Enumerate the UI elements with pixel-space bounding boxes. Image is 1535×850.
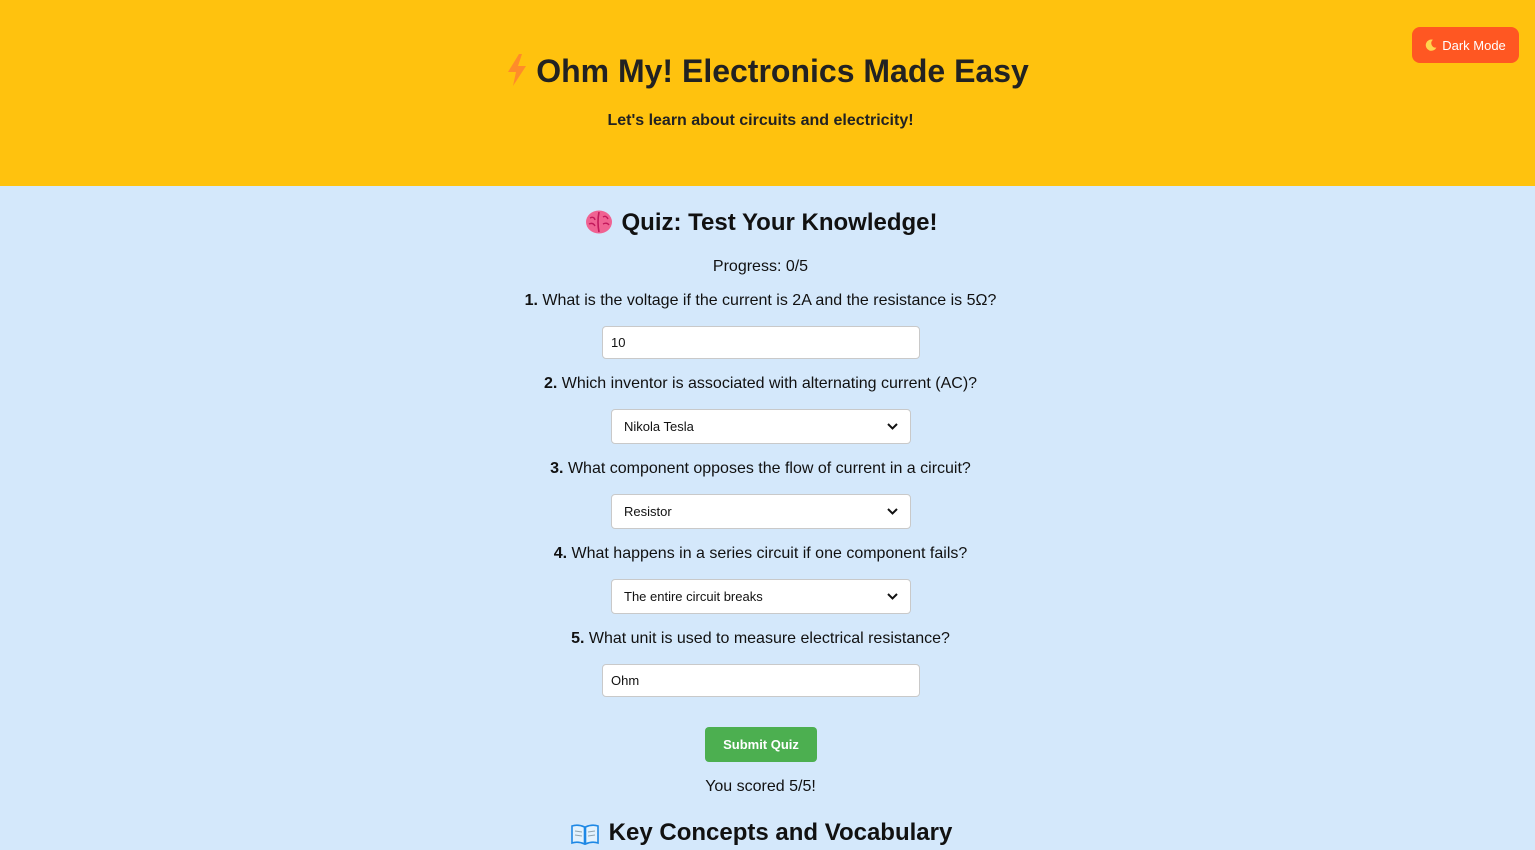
answer-4-selected: The entire circuit breaks bbox=[624, 589, 763, 604]
answer-5-input[interactable] bbox=[602, 664, 920, 697]
brain-icon bbox=[585, 209, 613, 235]
page-title: Ohm My! Electronics Made Easy bbox=[0, 51, 1535, 91]
dark-mode-button[interactable]: Dark Mode bbox=[1412, 27, 1519, 63]
page-header: Ohm My! Electronics Made Easy Let's lear… bbox=[0, 0, 1535, 186]
answer-1-input[interactable] bbox=[602, 326, 920, 359]
question-text: What component opposes the flow of curre… bbox=[567, 460, 971, 477]
chevron-down-icon bbox=[887, 508, 898, 515]
lightning-bolt-icon bbox=[506, 54, 528, 86]
quiz-title-text: Quiz: Test Your Knowledge! bbox=[621, 209, 938, 236]
question-number: 4. bbox=[553, 545, 568, 562]
question-4: 4. What happens in a series circuit if o… bbox=[0, 545, 1521, 563]
page-subtitle: Let's learn about circuits and electrici… bbox=[607, 112, 914, 129]
concepts-title-text: Key Concepts and Vocabulary bbox=[608, 819, 953, 846]
dark-mode-label: Dark Mode bbox=[1442, 37, 1506, 53]
question-number: 5. bbox=[571, 630, 585, 647]
open-book-icon bbox=[570, 823, 599, 845]
question-text: What unit is used to measure electrical … bbox=[588, 630, 950, 647]
question-3: 3. What component opposes the flow of cu… bbox=[0, 460, 1521, 478]
chevron-down-icon bbox=[887, 423, 898, 430]
answer-3-selected: Resistor bbox=[624, 504, 672, 519]
chevron-down-icon bbox=[887, 593, 898, 600]
question-number: 1. bbox=[524, 292, 538, 309]
question-2: 2. Which inventor is associated with alt… bbox=[0, 375, 1521, 393]
question-number: 2. bbox=[543, 375, 558, 392]
answer-3-select[interactable]: Resistor bbox=[611, 494, 911, 529]
page-title-text: Ohm My! Electronics Made Easy bbox=[536, 53, 1029, 89]
moon-icon bbox=[1425, 39, 1437, 51]
submit-quiz-button[interactable]: Submit Quiz bbox=[705, 727, 817, 762]
answer-2-selected: Nikola Tesla bbox=[624, 419, 694, 434]
question-1: 1. What is the voltage if the current is… bbox=[0, 292, 1521, 310]
answer-4-select[interactable]: The entire circuit breaks bbox=[611, 579, 911, 614]
answer-2-select[interactable]: Nikola Tesla bbox=[611, 409, 911, 444]
quiz-title: Quiz: Test Your Knowledge! bbox=[0, 208, 1523, 238]
question-5: 5. What unit is used to measure electric… bbox=[0, 630, 1521, 648]
question-text: What happens in a series circuit if one … bbox=[571, 545, 968, 562]
quiz-progress: Progress: 0/5 bbox=[712, 258, 809, 275]
question-number: 3. bbox=[550, 460, 564, 477]
question-text: Which inventor is associated with altern… bbox=[561, 375, 978, 392]
quiz-score: You scored 5/5! bbox=[705, 778, 816, 795]
question-text: What is the voltage if the current is 2A… bbox=[542, 292, 997, 309]
concepts-title: Key Concepts and Vocabulary bbox=[0, 818, 1523, 848]
